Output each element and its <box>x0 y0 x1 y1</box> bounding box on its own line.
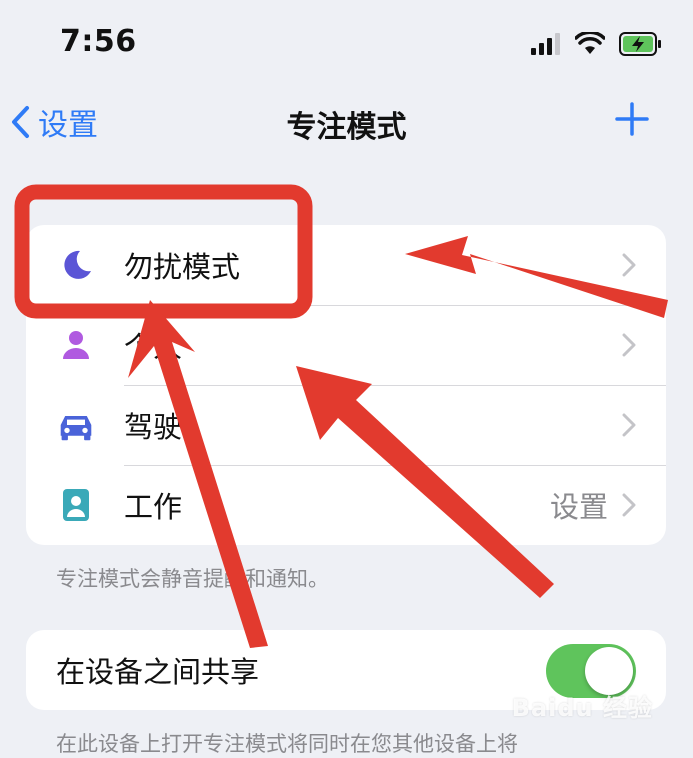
share-caption: 在此设备上打开专注模式将同时在您其他设备上将 <box>56 732 518 756</box>
share-label: 在设备之间共享 <box>56 655 260 689</box>
chevron-right-icon <box>622 413 636 437</box>
moon-icon <box>58 247 94 283</box>
focus-row-do-not-disturb[interactable]: 勿扰模式 <box>26 225 666 305</box>
car-icon <box>58 407 94 443</box>
focus-row-value: 设置 <box>549 490 608 524</box>
person-icon <box>58 327 94 363</box>
status-time: 7:56 <box>60 24 137 59</box>
wifi-icon <box>575 32 605 54</box>
focus-row-driving[interactable]: 驾驶 <box>26 385 666 465</box>
watermark: Baidu 经验 <box>511 694 653 722</box>
focus-row-label: 工作 <box>124 490 183 524</box>
focus-modes-list: 勿扰模式 个人 驾驶 工作 设置 <box>26 225 666 545</box>
plus-icon <box>615 102 649 136</box>
add-button[interactable] <box>615 102 649 140</box>
focus-row-work[interactable]: 工作 设置 <box>26 465 666 545</box>
focus-row-label: 勿扰模式 <box>124 250 241 284</box>
page-title: 专注模式 <box>286 110 407 145</box>
chevron-right-icon <box>622 493 636 517</box>
status-icons <box>531 30 663 58</box>
cellular-signal-icon <box>531 33 560 55</box>
focus-row-label: 驾驶 <box>124 410 183 444</box>
status-bar: 7:56 <box>0 0 693 80</box>
navigation-bar: 设置 专注模式 <box>0 90 693 160</box>
chevron-right-icon <box>622 333 636 357</box>
chevron-right-icon <box>622 253 636 277</box>
id-badge-icon <box>58 487 94 523</box>
focus-row-label: 个人 <box>124 330 183 364</box>
battery-charging-icon <box>619 32 661 56</box>
focus-caption: 专注模式会静音提醒和通知。 <box>56 567 329 591</box>
focus-row-personal[interactable]: 个人 <box>26 305 666 385</box>
